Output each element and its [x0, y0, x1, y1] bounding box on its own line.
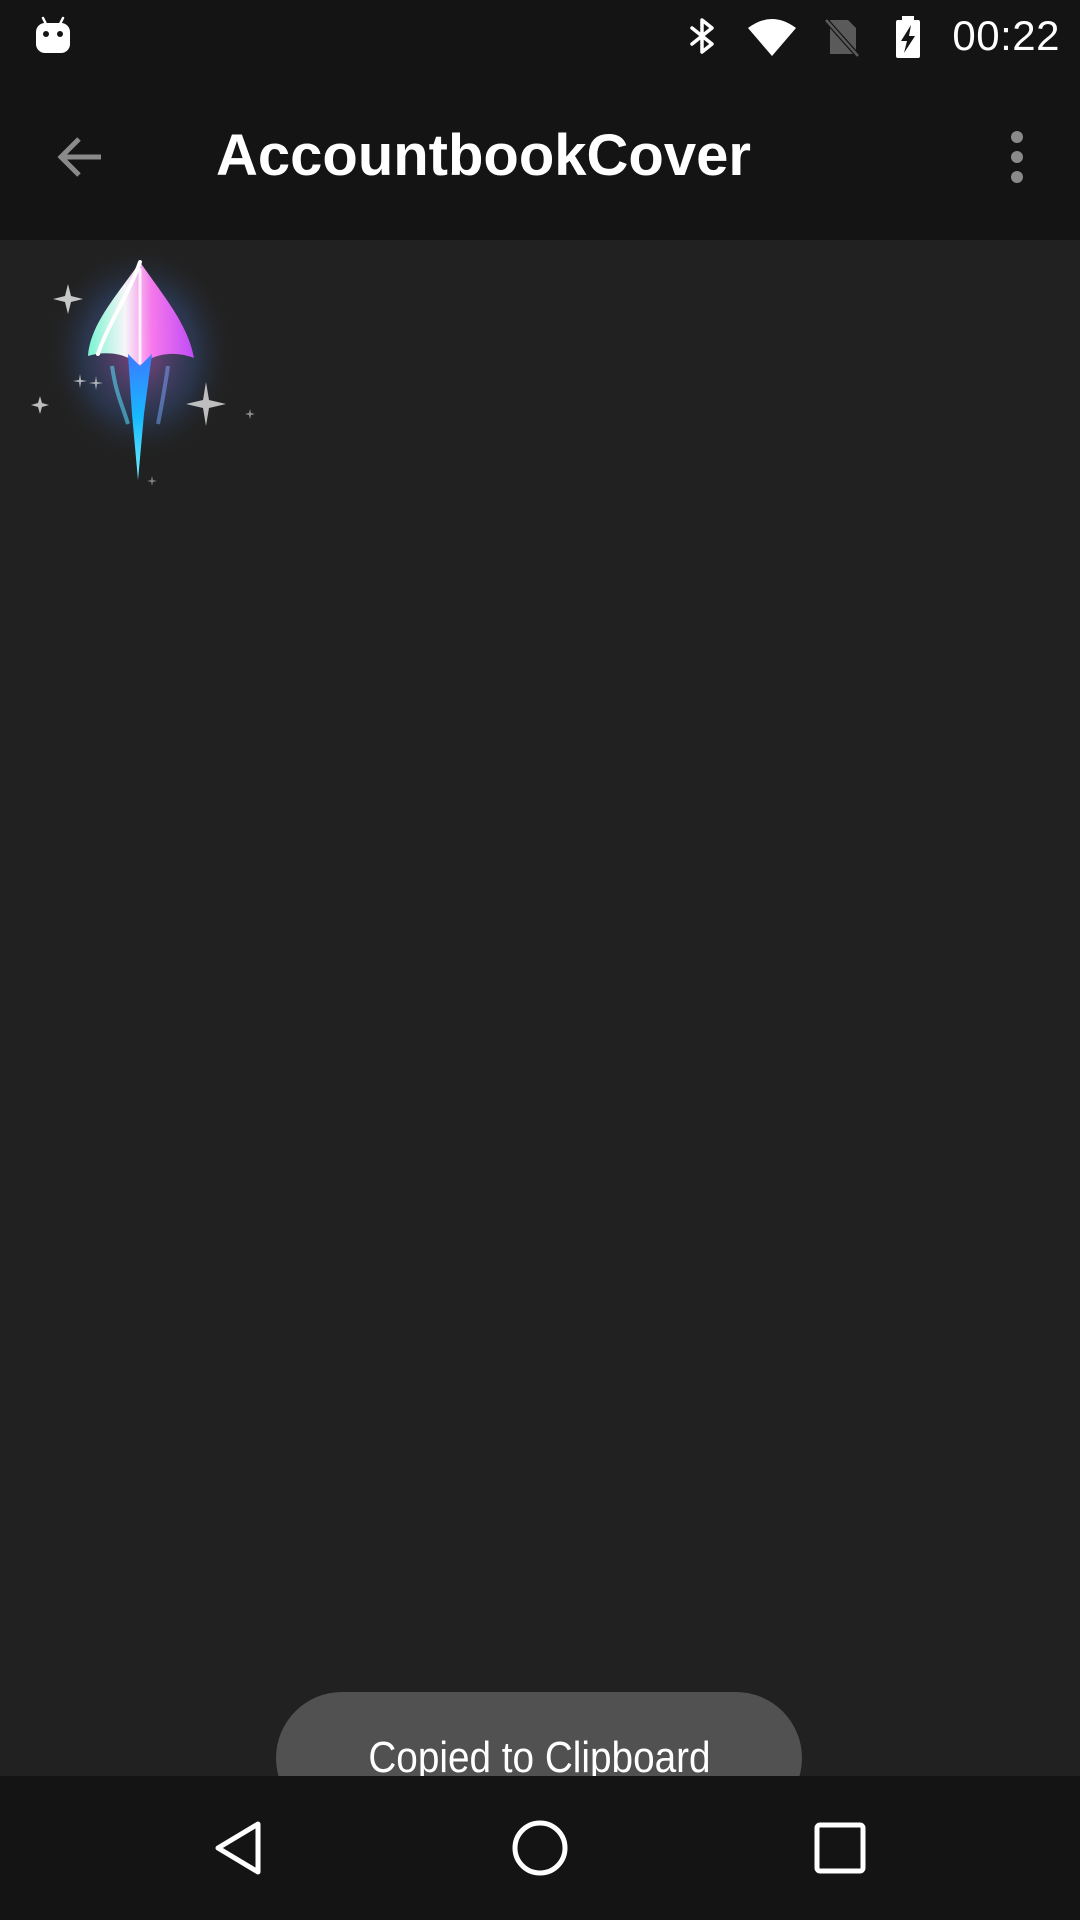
overflow-menu-button[interactable]: [972, 112, 1062, 202]
app-bar: AccountbookCover: [0, 72, 1080, 240]
more-vertical-icon: [1011, 131, 1023, 183]
no-sim-icon: [824, 18, 861, 58]
bluetooth-icon: [690, 18, 715, 54]
back-triangle-icon: [215, 1821, 261, 1875]
sparkle-rocket-cover-image[interactable]: [28, 254, 260, 494]
arrow-back-icon: [57, 137, 101, 177]
navigation-bar: [0, 1776, 1080, 1920]
status-time: 00:22: [952, 12, 1060, 59]
nav-recents-button[interactable]: [790, 1798, 890, 1898]
home-circle-icon: [512, 1820, 568, 1876]
status-bar: 00:22: [0, 0, 1080, 72]
nav-home-button[interactable]: [490, 1798, 590, 1898]
screen: 00:22 AccountbookCover Copied to Clipboa…: [0, 0, 1080, 1920]
battery-charging-icon: [896, 16, 921, 58]
content-area: Copied to Clipboard: [0, 240, 1080, 1824]
back-button[interactable]: [36, 112, 126, 202]
wifi-icon: [748, 19, 797, 56]
page-title: AccountbookCover: [216, 123, 751, 188]
recents-square-icon: [814, 1822, 866, 1874]
android-notification-icon: [36, 16, 70, 53]
nav-back-button[interactable]: [190, 1798, 290, 1898]
status-icons: 00:22: [680, 0, 1060, 72]
